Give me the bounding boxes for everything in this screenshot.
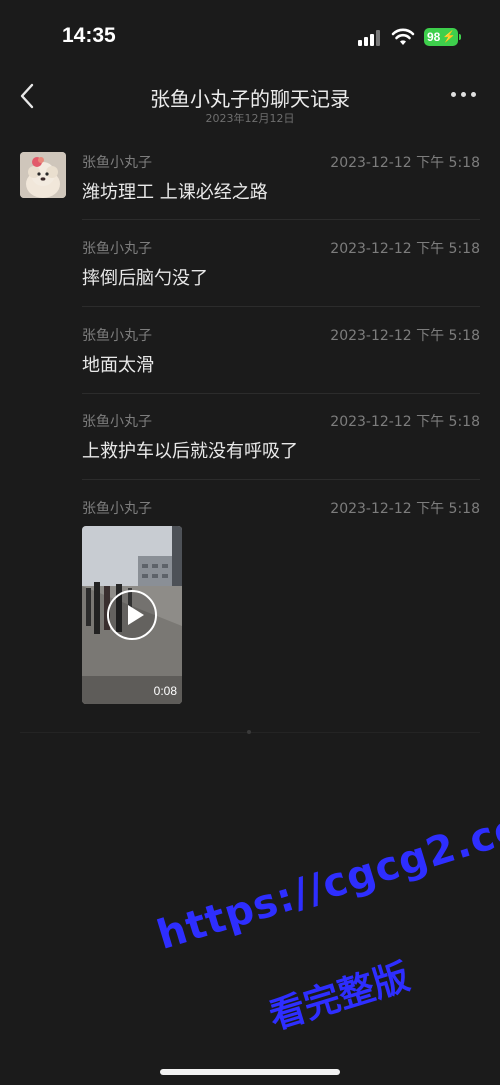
message-time: 2023-12-12 下午 5:18 — [330, 414, 480, 430]
end-dot — [247, 730, 251, 734]
message-item[interactable]: 张鱼小丸子 2023-12-12 下午 5:18 摔倒后脑勺没了 — [82, 238, 480, 298]
sender-name: 张鱼小丸子 — [82, 414, 152, 430]
wifi-icon — [391, 28, 415, 45]
message-item[interactable]: 张鱼小丸子 2023-12-12 下午 5:18 地面太滑 — [82, 325, 480, 385]
sender-name: 张鱼小丸子 — [82, 155, 152, 171]
sender-name: 张鱼小丸子 — [82, 328, 152, 344]
message-item[interactable]: 张鱼小丸子 2023-12-12 下午 5:18 潍坊理工 上课必经之路 — [82, 152, 480, 212]
status-bar: 14:35 98 ⚡ — [0, 0, 500, 72]
message-item: 张鱼小丸子 2023-12-12 下午 5:18 0:08 — [82, 498, 480, 708]
message-divider — [82, 219, 480, 220]
charging-bolt-icon: ⚡ — [442, 31, 456, 43]
battery-cap — [459, 34, 461, 40]
message-divider — [82, 306, 480, 307]
page-title: 张鱼小丸子的聊天记录 — [150, 87, 350, 111]
message-text: 上救护车以后就没有呼吸了 — [82, 441, 298, 462]
video-duration: 0:08 — [153, 684, 177, 698]
message-divider — [82, 479, 480, 480]
video-thumbnail[interactable]: 0:08 — [82, 526, 182, 704]
message-time: 2023-12-12 下午 5:18 — [330, 241, 480, 257]
sender-name: 张鱼小丸子 — [82, 501, 152, 517]
more-dots-icon[interactable] — [451, 92, 477, 100]
sender-name: 张鱼小丸子 — [82, 241, 152, 257]
nav-bar: 张鱼小丸子的聊天记录 2023年12月12日 — [0, 72, 500, 128]
message-time: 2023-12-12 下午 5:18 — [330, 501, 480, 517]
battery-indicator: 98 ⚡ — [424, 28, 458, 46]
message-text: 地面太滑 — [82, 355, 154, 376]
watermark-text: 看完整版 — [264, 955, 415, 1038]
message-time: 2023-12-12 下午 5:18 — [330, 155, 480, 171]
watermark-url: https://cgcg2.co — [152, 804, 500, 959]
page-subtitle: 2023年12月12日 — [205, 112, 295, 125]
message-time: 2023-12-12 下午 5:18 — [330, 328, 480, 344]
home-indicator[interactable] — [160, 1069, 340, 1075]
message-text: 摔倒后脑勺没了 — [82, 268, 208, 289]
message-item[interactable]: 张鱼小丸子 2023-12-12 下午 5:18 上救护车以后就没有呼吸了 — [82, 411, 480, 471]
status-time: 14:35 — [62, 24, 116, 47]
play-icon[interactable] — [107, 590, 157, 640]
cellular-signal-icon — [358, 30, 382, 46]
avatar-dog-image — [20, 152, 66, 198]
battery-level: 98 — [427, 30, 441, 44]
avatar[interactable] — [20, 152, 66, 198]
message-divider — [82, 393, 480, 394]
message-text: 潍坊理工 上课必经之路 — [82, 182, 268, 203]
